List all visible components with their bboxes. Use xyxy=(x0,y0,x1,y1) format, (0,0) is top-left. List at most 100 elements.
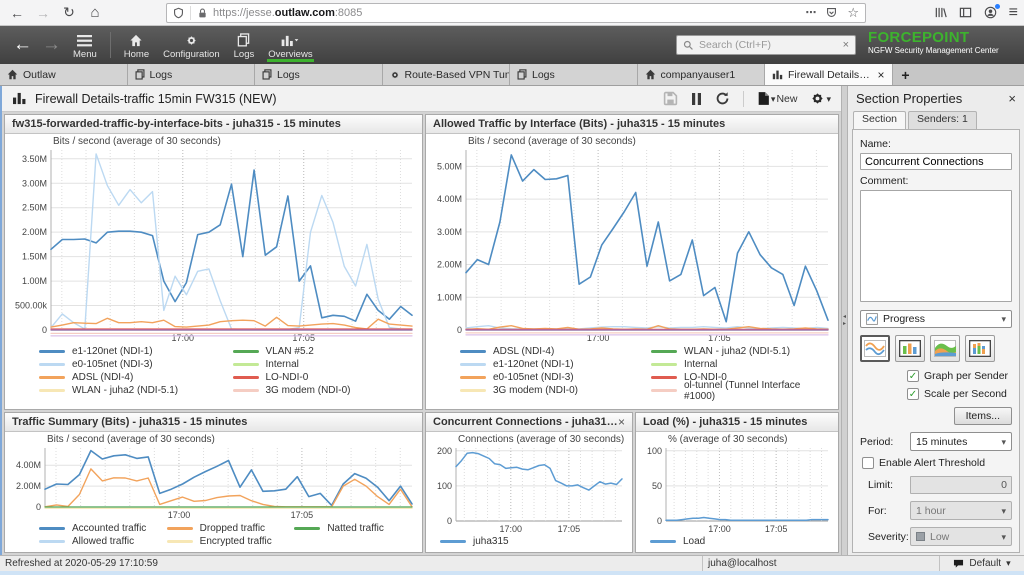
enable-alert-threshold-checkbox[interactable]: Enable Alert Threshold xyxy=(862,457,1012,469)
limit-input[interactable] xyxy=(910,476,1012,494)
legend-swatch xyxy=(232,389,259,392)
browser-reload-button[interactable] xyxy=(58,3,80,23)
global-search-input[interactable]: Search (Ctrl+F) xyxy=(676,35,856,55)
chevron-down-icon xyxy=(1001,505,1006,517)
save-icon[interactable] xyxy=(663,91,678,106)
nav-configuration[interactable]: Configuration xyxy=(156,26,227,64)
section-close-icon[interactable] xyxy=(618,415,625,429)
legend-item: e1-120net (NDI-1) xyxy=(39,345,225,358)
section-type-select[interactable]: Progress xyxy=(860,309,1012,328)
comment-label: Comment: xyxy=(860,175,909,188)
graph-per-sender-checkbox[interactable]: Graph per Sender xyxy=(907,370,1012,382)
browser-chrome: https://jesse.outlaw.com:8085 xyxy=(0,0,1024,26)
browser-forward-button[interactable] xyxy=(32,3,54,23)
svg-text:500.00k: 500.00k xyxy=(15,301,48,311)
menu-label: Menu xyxy=(73,48,97,60)
legend-swatch xyxy=(232,376,259,379)
account-icon[interactable] xyxy=(984,4,1000,19)
chart-type-stacked-bar-button[interactable] xyxy=(965,335,995,362)
browser-home-button[interactable] xyxy=(84,3,106,23)
tab-route-based-vpn-tunnels[interactable]: Route-Based VPN Tunnels xyxy=(382,64,510,85)
checkbox-unchecked-icon xyxy=(862,457,874,469)
svg-text:2.00M: 2.00M xyxy=(16,481,41,491)
comment-textarea[interactable] xyxy=(860,190,1012,302)
tab-close-icon[interactable] xyxy=(877,68,884,82)
refresh-icon[interactable] xyxy=(715,91,730,106)
legend-swatch xyxy=(650,540,676,543)
hamburger-icon xyxy=(77,32,93,47)
chart-panel-load[interactable]: Load (%) - juha315 - 15 minutes % (avera… xyxy=(635,412,839,553)
chart-type-area-button[interactable] xyxy=(930,335,960,362)
app-forward-button[interactable]: → xyxy=(37,34,66,56)
period-label: Period: xyxy=(860,435,894,448)
svg-text:3.00M: 3.00M xyxy=(22,178,47,188)
tab-logs-1[interactable]: Logs xyxy=(127,64,255,85)
legend-item: 3G modem (NDI-0) xyxy=(460,384,643,397)
chart-panel-allowed-traffic[interactable]: Allowed Traffic by Interface (Bits) - ju… xyxy=(425,114,977,410)
svg-text:5.00M: 5.00M xyxy=(437,161,462,171)
tab-companyauser1[interactable]: companyauser1 xyxy=(637,64,765,85)
legend-item: LO-NDI-0 xyxy=(232,371,419,384)
svg-text:3.00M: 3.00M xyxy=(437,227,462,237)
page-actions-icon[interactable] xyxy=(805,6,816,19)
chart-panel-traffic-summary[interactable]: Traffic Summary (Bits) - juha315 - 15 mi… xyxy=(4,412,423,553)
tab-logs-3[interactable]: Logs xyxy=(510,64,638,85)
tab-senders[interactable]: Senders: 1 xyxy=(908,111,977,129)
period-select[interactable]: 15 minutes xyxy=(910,432,1012,451)
nav-overviews[interactable]: Overviews xyxy=(261,26,319,64)
for-select[interactable]: 1 hour xyxy=(910,501,1012,520)
overview-chart-icon xyxy=(12,92,27,105)
app-toolbar: ← → Menu Home Configuration Logs Overvie… xyxy=(0,26,1024,64)
bookmark-star-icon[interactable] xyxy=(847,5,859,21)
search-clear-icon[interactable] xyxy=(843,39,849,51)
pause-icon[interactable] xyxy=(691,92,702,106)
legend-item: Encrypted traffic xyxy=(166,535,291,548)
svg-text:Connections (average of 30 sec: Connections (average of 30 seconds) xyxy=(458,434,624,445)
legend-swatch xyxy=(39,540,65,543)
chart-panel-forwarded-traffic[interactable]: fw315-forwarded-traffic-by-interface-bit… xyxy=(4,114,609,410)
chart-legend: Accounted traffic Allowed traffic Dropped … xyxy=(5,521,422,551)
section-name-input[interactable] xyxy=(860,153,1012,171)
sidebar-toggle-icon[interactable] xyxy=(959,6,972,19)
scope-selector[interactable]: Default xyxy=(940,556,1024,571)
library-icon[interactable] xyxy=(934,6,947,19)
tab-logs-2[interactable]: Logs xyxy=(255,64,383,85)
legend-swatch xyxy=(39,376,65,379)
address-bar[interactable]: https://jesse. outlaw.com:8085 xyxy=(166,2,866,23)
severity-select[interactable]: Low xyxy=(910,527,1012,546)
scale-per-second-checkbox[interactable]: Scale per Second xyxy=(907,388,1012,400)
for-label: For: xyxy=(868,504,887,517)
nav-home[interactable]: Home xyxy=(117,26,156,64)
nav-logs[interactable]: Logs xyxy=(227,26,262,64)
new-button[interactable]: New xyxy=(757,91,797,106)
line-chart-concurrent-connections: Connections (average of 30 seconds) 0 100 2… xyxy=(437,434,624,534)
tab-outlaw[interactable]: Outlaw xyxy=(0,64,128,85)
pocket-icon[interactable] xyxy=(826,7,837,18)
browser-back-button[interactable] xyxy=(6,3,28,23)
name-label: Name: xyxy=(860,138,891,150)
items-button[interactable]: Items... xyxy=(953,407,1012,425)
lock-icon[interactable] xyxy=(197,7,208,19)
nav-logs-label: Logs xyxy=(233,48,255,60)
tools-button[interactable] xyxy=(810,91,831,106)
new-tab-button[interactable] xyxy=(893,64,919,85)
legend-item: Load xyxy=(650,535,838,548)
tab-section[interactable]: Section xyxy=(853,111,907,129)
svg-text:17:00: 17:00 xyxy=(708,524,731,534)
legend-swatch xyxy=(166,527,193,530)
menu-button[interactable]: Menu xyxy=(66,26,104,64)
line-chart-traffic-summary: Bits / second (average of 30 seconds) 0 2.… xyxy=(16,434,413,520)
app-back-button[interactable]: ← xyxy=(8,34,37,56)
chart-panel-concurrent-connections[interactable]: Concurrent Connections - juha315 - 1... … xyxy=(425,412,633,553)
logs-icon xyxy=(237,32,250,47)
svg-text:1.00M: 1.00M xyxy=(437,292,462,302)
tab-firewall-details-traffic[interactable]: Firewall Details-traffic ... xyxy=(765,64,893,85)
chart-type-bar-button[interactable] xyxy=(895,335,925,362)
chart-type-line-button[interactable] xyxy=(860,335,890,362)
panel-close-icon[interactable] xyxy=(1008,91,1016,106)
limit-label: Limit: xyxy=(868,479,894,491)
side-panel-title: Section Properties xyxy=(856,91,963,106)
browser-menu-icon[interactable] xyxy=(1009,4,1018,22)
panel-splitter[interactable] xyxy=(841,86,848,555)
tracking-shield-icon[interactable] xyxy=(173,7,184,19)
